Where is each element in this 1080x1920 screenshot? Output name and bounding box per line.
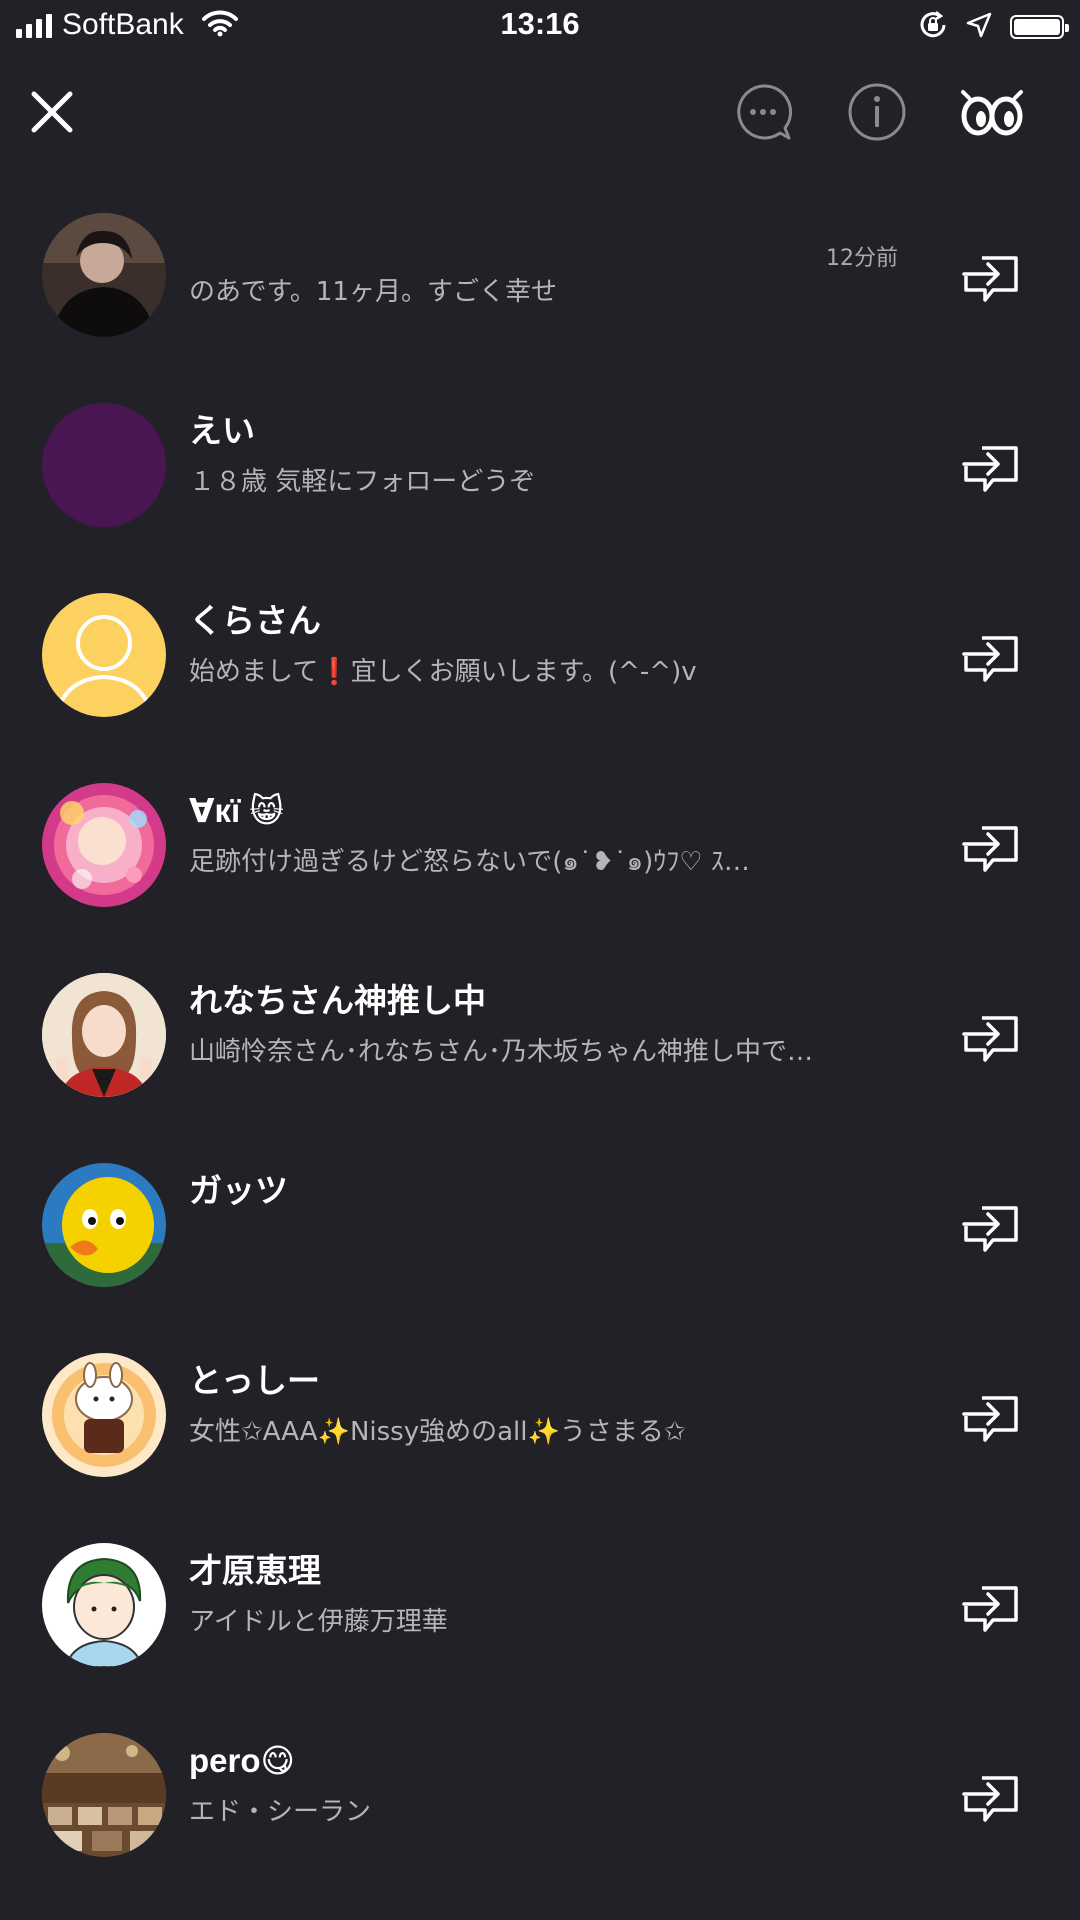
list-item[interactable]: れなちさん神推し中 山崎怜奈さん･れなちさん･乃木坂ちゃん神推し中で… (0, 960, 1080, 1150)
visit-time: 12分前 (826, 246, 898, 271)
user-bio: エド・シーラン (189, 1797, 372, 1827)
avatar[interactable] (42, 973, 166, 1097)
avatar[interactable] (42, 1163, 166, 1287)
list-item[interactable]: 才原恵理 アイドルと伊藤万理華 (0, 1530, 1080, 1720)
share-button[interactable] (950, 630, 1030, 690)
avatar[interactable] (42, 1543, 166, 1667)
share-button[interactable] (950, 1200, 1030, 1260)
user-name: 才原恵理 (189, 1552, 321, 1589)
footprint-button[interactable] (956, 70, 1028, 154)
user-bio: アイドルと伊藤万理華 (189, 1607, 448, 1637)
status-bar: SoftBank 13:16 (0, 0, 1080, 54)
close-button[interactable] (20, 70, 84, 154)
avatar[interactable] (42, 783, 166, 907)
user-bio: １８歳 気軽にフォローどうぞ (189, 467, 536, 497)
share-button[interactable] (950, 440, 1030, 500)
share-button[interactable] (950, 250, 1030, 310)
user-name: ∀кï 😸 (189, 792, 284, 829)
share-button[interactable] (950, 1770, 1030, 1830)
share-message-icon (962, 256, 1018, 302)
share-message-icon (962, 1206, 1018, 1252)
share-message-icon (962, 636, 1018, 682)
user-name: くらさん (189, 602, 321, 639)
location-arrow-icon (966, 12, 992, 42)
avatar[interactable] (42, 403, 166, 527)
list-item[interactable]: ガッツ (0, 1150, 1080, 1340)
close-icon (31, 91, 73, 133)
user-name: pero😋 (189, 1742, 295, 1779)
user-name (189, 218, 899, 264)
user-bio: 女性✩AAA✨Nissy強めのall✨うさまる✩ (189, 1417, 686, 1447)
battery-icon (1010, 15, 1069, 39)
list-item[interactable]: pero😋 エド・シーラン (0, 1720, 1080, 1910)
share-message-icon (962, 826, 1018, 872)
footprint-eyes-icon (961, 90, 1023, 136)
share-message-icon (962, 1776, 1018, 1822)
share-button[interactable] (950, 1390, 1030, 1450)
user-name: れなちさん神推し中 (189, 982, 486, 1019)
info-icon (848, 83, 906, 141)
share-message-icon (962, 1016, 1018, 1062)
orientation-lock-icon (918, 10, 948, 44)
user-bio: 足跡付け過ぎるけど怒らないで(๑˙❥˙๑)ｳﾌ♡ ｽ… (189, 847, 750, 877)
user-bio: 山崎怜奈さん･れなちさん･乃木坂ちゃん神推し中で… (189, 1037, 814, 1067)
message-button[interactable] (728, 70, 798, 154)
list-item[interactable]: のあです。11ヶ月。すごく幸せ 12分前 (0, 200, 1080, 390)
list-item[interactable]: くらさん 始めまして❗️宜しくお願いします。(^-^)v (0, 580, 1080, 770)
share-button[interactable] (950, 1580, 1030, 1640)
info-button[interactable] (842, 70, 912, 154)
user-name: ガッツ (189, 1172, 288, 1209)
avatar[interactable] (42, 213, 166, 337)
list-item[interactable]: とっしー 女性✩AAA✨Nissy強めのall✨うさまる✩ (0, 1340, 1080, 1530)
user-name: とっしー (189, 1362, 321, 1399)
user-bio: のあです。11ヶ月。すごく幸せ (189, 277, 557, 307)
share-button[interactable] (950, 820, 1030, 880)
share-message-icon (962, 446, 1018, 492)
list-item[interactable]: えい １８歳 気軽にフォローどうぞ (0, 390, 1080, 580)
user-name: えい (189, 412, 255, 449)
default-user-icon (42, 593, 166, 717)
status-right (918, 10, 1069, 44)
share-message-icon (962, 1396, 1018, 1442)
avatar[interactable] (42, 593, 166, 717)
avatar[interactable] (42, 1353, 166, 1477)
user-bio: 始めまして❗️宜しくお願いします。(^-^)v (189, 657, 697, 687)
list-item[interactable]: ∀кï 😸 足跡付け過ぎるけど怒らないで(๑˙❥˙๑)ｳﾌ♡ ｽ… (0, 770, 1080, 960)
chat-bubble-icon (737, 84, 793, 140)
top-toolbar (0, 70, 1080, 154)
share-message-icon (962, 1586, 1018, 1632)
share-button[interactable] (950, 1010, 1030, 1070)
avatar[interactable] (42, 1733, 166, 1857)
